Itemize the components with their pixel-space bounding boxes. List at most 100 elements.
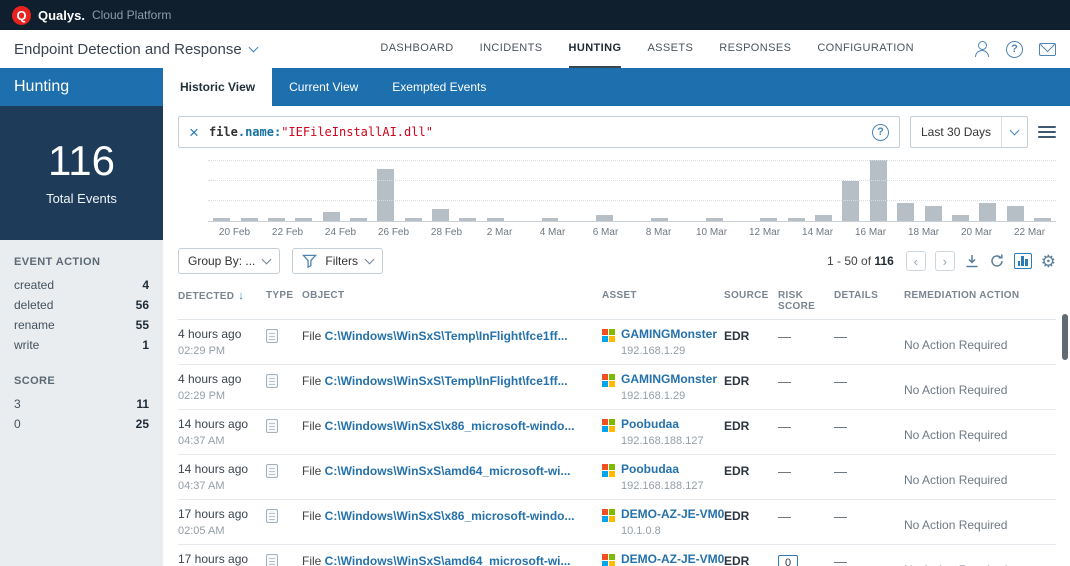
- mail-icon[interactable]: [1039, 42, 1056, 56]
- object-path-link[interactable]: C:\Windows\WinSxS\x86_microsoft-windo...: [325, 419, 575, 433]
- histogram-bar[interactable]: [345, 160, 372, 221]
- gear-icon[interactable]: ⚙: [1041, 253, 1056, 270]
- object-cell: File C:\Windows\WinSxS\amd64_microsoft-w…: [302, 464, 602, 478]
- pagination-total: 116: [874, 254, 894, 268]
- histogram-bar[interactable]: [290, 160, 317, 221]
- chart-view-icon[interactable]: [1013, 253, 1032, 269]
- facet-item[interactable]: created 4: [14, 275, 149, 295]
- histogram-bar[interactable]: [482, 160, 509, 221]
- column-header-asset[interactable]: ASSET: [602, 290, 724, 312]
- nav-item-incidents[interactable]: INCIDENTS: [480, 30, 543, 68]
- nav-item-assets[interactable]: ASSETS: [647, 30, 693, 68]
- object-path-link[interactable]: C:\Windows\WinSxS\Temp\InFlight\fce1ff..…: [325, 329, 568, 343]
- asset-name-link[interactable]: DEMO-AZ-JE-VM05: [621, 552, 724, 566]
- histogram-bar[interactable]: [728, 160, 755, 221]
- histogram-bar[interactable]: [1029, 160, 1056, 221]
- facet-item[interactable]: deleted 56: [14, 295, 149, 315]
- histogram-bar[interactable]: [317, 160, 344, 221]
- x-axis-label: 14 Mar: [801, 227, 834, 238]
- user-icon[interactable]: [974, 41, 990, 57]
- asset-name-link[interactable]: GAMINGMonster: [621, 327, 717, 341]
- query-input[interactable]: file.name:"IEFileInstallAI.dll": [209, 125, 862, 139]
- column-header-object[interactable]: OBJECT: [302, 290, 602, 312]
- histogram-bar[interactable]: [372, 160, 399, 221]
- histogram-bar[interactable]: [509, 160, 536, 221]
- histogram-bar[interactable]: [263, 160, 290, 221]
- facet-item[interactable]: write 1: [14, 335, 149, 355]
- qualys-app: Q Qualys. Cloud Platform Endpoint Detect…: [0, 0, 1070, 566]
- histogram-bar[interactable]: [454, 160, 481, 221]
- object-path-link[interactable]: C:\Windows\WinSxS\amd64_microsoft-wi...: [325, 554, 571, 566]
- group-by-select[interactable]: Group By: ...: [178, 248, 281, 274]
- facet-item[interactable]: 3 11: [14, 394, 149, 414]
- tab-historic-view[interactable]: Historic View: [163, 68, 273, 106]
- histogram-bar[interactable]: [919, 160, 946, 221]
- clear-query-icon[interactable]: ×: [189, 124, 199, 141]
- query-help-icon[interactable]: ?: [872, 123, 889, 141]
- detected-cell: 17 hours ago02:02 AM: [178, 552, 266, 566]
- help-icon[interactable]: ?: [1006, 40, 1023, 58]
- time-range-select[interactable]: Last 30 Days: [910, 116, 1028, 148]
- column-header-detected[interactable]: DETECTED ↓: [178, 290, 266, 312]
- column-header-risk-score[interactable]: RISK SCORE: [778, 290, 834, 312]
- nav-item-configuration[interactable]: CONFIGURATION: [817, 30, 914, 68]
- download-icon[interactable]: [964, 253, 980, 269]
- histogram-bar[interactable]: [536, 160, 563, 221]
- tab-exempted-events[interactable]: Exempted Events: [375, 68, 503, 106]
- histogram-bar[interactable]: [783, 160, 810, 221]
- histogram-bar[interactable]: [400, 160, 427, 221]
- column-header-source[interactable]: SOURCE: [724, 290, 778, 312]
- module-selector[interactable]: Endpoint Detection and Response: [14, 30, 259, 68]
- table-scrollbar[interactable]: [1062, 314, 1068, 360]
- nav-item-dashboard[interactable]: DASHBOARD: [380, 30, 453, 68]
- object-cell: File C:\Windows\WinSxS\x86_microsoft-win…: [302, 419, 602, 433]
- table-row[interactable]: 14 hours ago 04:37 AM File C:\Windows\WinS…: [178, 410, 1056, 455]
- histogram-bar[interactable]: [837, 160, 864, 221]
- menu-icon[interactable]: [1038, 126, 1056, 138]
- histogram-bar[interactable]: [865, 160, 892, 221]
- histogram-bar[interactable]: [892, 160, 919, 221]
- nav-item-hunting[interactable]: HUNTING: [568, 30, 622, 68]
- object-path-link[interactable]: C:\Windows\WinSxS\x86_microsoft-windo...: [325, 509, 575, 523]
- histogram-bar[interactable]: [700, 160, 727, 221]
- asset-name-link[interactable]: Poobudaa: [621, 462, 704, 476]
- query-search-box[interactable]: × file.name:"IEFileInstallAI.dll" ?: [178, 116, 900, 148]
- refresh-icon[interactable]: [989, 253, 1005, 269]
- next-page-button[interactable]: ›: [934, 251, 955, 271]
- column-header-details[interactable]: DETAILS: [834, 290, 904, 312]
- nav-item-responses[interactable]: RESPONSES: [719, 30, 791, 68]
- histogram-bar[interactable]: [564, 160, 591, 221]
- histogram-bar[interactable]: [591, 160, 618, 221]
- histogram-bar[interactable]: [673, 160, 700, 221]
- object-path-link[interactable]: C:\Windows\WinSxS\amd64_microsoft-wi...: [325, 464, 571, 478]
- histogram-bar[interactable]: [646, 160, 673, 221]
- histogram-bar[interactable]: [974, 160, 1001, 221]
- tab-current-view[interactable]: Current View: [272, 68, 375, 106]
- histogram-bar[interactable]: [755, 160, 782, 221]
- asset-name-link[interactable]: DEMO-AZ-JE-VM05: [621, 507, 724, 521]
- histogram-bar[interactable]: [947, 160, 974, 221]
- histogram-bar[interactable]: [1001, 160, 1028, 221]
- asset-name-link[interactable]: GAMINGMonster: [621, 372, 717, 386]
- histogram-bar[interactable]: [427, 160, 454, 221]
- object-path-link[interactable]: C:\Windows\WinSxS\Temp\InFlight\fce1ff..…: [325, 374, 568, 388]
- main-panel: Historic View Current View Exempted Events…: [163, 68, 1070, 566]
- facet-item[interactable]: rename 55: [14, 315, 149, 335]
- asset-name-link[interactable]: Poobudaa: [621, 417, 704, 431]
- histogram-bar[interactable]: [235, 160, 262, 221]
- risk-score-cell: —: [778, 464, 791, 479]
- facet-item[interactable]: 0 25: [14, 414, 149, 434]
- histogram-bar[interactable]: [208, 160, 235, 221]
- column-header-remediation-action[interactable]: REMEDIATION ACTION: [904, 290, 1056, 312]
- histogram-bar[interactable]: [810, 160, 837, 221]
- table-row[interactable]: 17 hours ago 02:05 AM File C:\Windows\WinS…: [178, 500, 1056, 545]
- filters-button[interactable]: Filters: [292, 248, 384, 274]
- column-header-type[interactable]: TYPE: [266, 290, 302, 312]
- histogram-bar[interactable]: [618, 160, 645, 221]
- table-row[interactable]: 17 hours ago02:02 AM File C:\Windows\WinS…: [178, 545, 1056, 566]
- table-row[interactable]: 4 hours ago 02:29 PM File C:\Windows\WinSx…: [178, 365, 1056, 410]
- table-row[interactable]: 14 hours ago 04:37 AM File C:\Windows\WinS…: [178, 455, 1056, 500]
- table-row[interactable]: 4 hours ago 02:29 PM File C:\Windows\WinSx…: [178, 320, 1056, 365]
- risk-score-value[interactable]: 0: [778, 555, 799, 566]
- prev-page-button[interactable]: ‹: [905, 251, 926, 271]
